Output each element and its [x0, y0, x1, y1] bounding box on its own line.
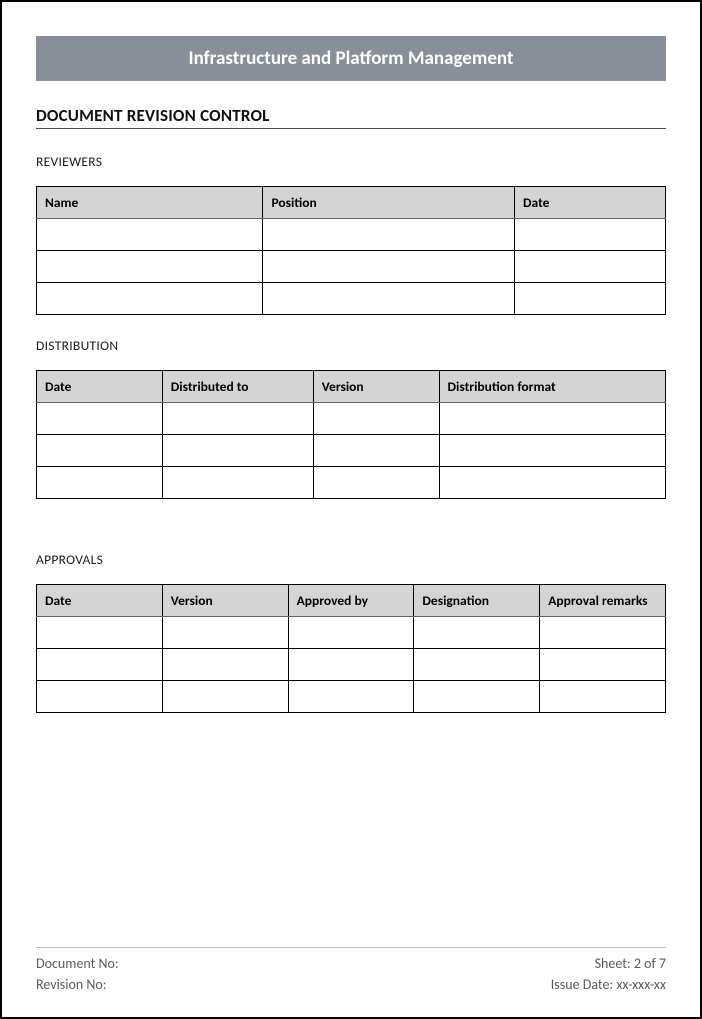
table-row [37, 681, 666, 713]
approvals-table: DateVersionApproved byDesignationApprova… [36, 584, 666, 713]
footer-sheet: Sheet: 2 of 7 [551, 954, 666, 974]
table-cell [162, 467, 313, 499]
table-header: Designation [414, 585, 540, 617]
distribution-label: DISTRIBUTION [36, 337, 666, 354]
table-cell [37, 617, 163, 649]
table-cell [288, 649, 414, 681]
table-row [37, 251, 666, 283]
table-cell [414, 681, 540, 713]
table-row [37, 283, 666, 315]
table-header: Distributed to [162, 371, 313, 403]
table-cell [439, 435, 665, 467]
approvals-label: APPROVALS [36, 551, 666, 568]
table-row [37, 617, 666, 649]
table-row [37, 649, 666, 681]
table-header: Name [37, 187, 263, 219]
table-cell [414, 649, 540, 681]
table-cell [37, 283, 263, 315]
table-header: Approved by [288, 585, 414, 617]
table-cell [414, 617, 540, 649]
table-cell [515, 219, 666, 251]
table-header: Approval remarks [540, 585, 666, 617]
table-cell [540, 649, 666, 681]
table-header: Date [515, 187, 666, 219]
table-cell [263, 219, 515, 251]
reviewers-table: NamePositionDate [36, 186, 666, 315]
table-cell [37, 219, 263, 251]
table-cell [515, 283, 666, 315]
table-cell [515, 251, 666, 283]
table-cell [540, 617, 666, 649]
table-cell [37, 681, 163, 713]
footer-issue-date: Issue Date: xx-xxx-xx [551, 975, 666, 995]
table-header: Position [263, 187, 515, 219]
table-cell [37, 467, 163, 499]
table-cell [162, 681, 288, 713]
table-cell [162, 649, 288, 681]
footer-rev-no: Revision No: [36, 975, 119, 995]
table-cell [439, 467, 665, 499]
table-header: Version [162, 585, 288, 617]
table-cell [37, 649, 163, 681]
table-row [37, 467, 666, 499]
page-footer: Document No: Revision No: Sheet: 2 of 7 … [36, 947, 666, 995]
reviewers-label: REVIEWERS [36, 153, 666, 170]
table-cell [37, 403, 163, 435]
table-cell [162, 617, 288, 649]
table-cell [37, 251, 263, 283]
table-row [37, 403, 666, 435]
table-cell [263, 251, 515, 283]
table-cell [288, 617, 414, 649]
table-cell [439, 403, 665, 435]
table-row [37, 219, 666, 251]
table-cell [313, 467, 439, 499]
page-banner: Infrastructure and Platform Management [36, 36, 666, 81]
table-header: Distribution format [439, 371, 665, 403]
table-cell [162, 403, 313, 435]
table-header: Date [37, 585, 163, 617]
table-cell [540, 681, 666, 713]
table-row [37, 435, 666, 467]
table-header: Version [313, 371, 439, 403]
section-title: DOCUMENT REVISION CONTROL [36, 105, 666, 129]
distribution-table: DateDistributed toVersionDistribution fo… [36, 370, 666, 499]
table-cell [288, 681, 414, 713]
table-cell [313, 403, 439, 435]
table-cell [313, 435, 439, 467]
table-cell [263, 283, 515, 315]
table-cell [162, 435, 313, 467]
footer-doc-no: Document No: [36, 954, 119, 974]
table-header: Date [37, 371, 163, 403]
table-cell [37, 435, 163, 467]
